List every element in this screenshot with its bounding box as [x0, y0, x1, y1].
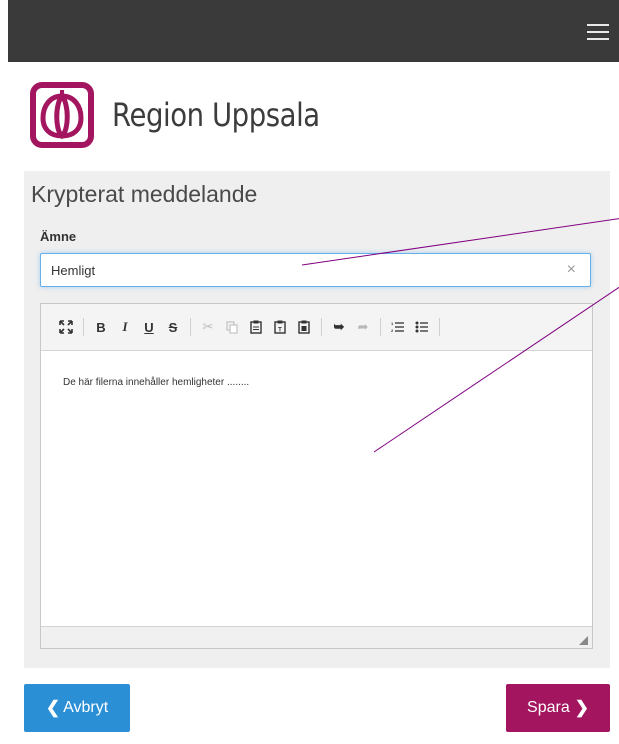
rich-text-editor: B I U S ✂ T ➥ ➦ 12 De här filerna innehå…	[40, 303, 593, 649]
paste-word-icon[interactable]	[293, 316, 315, 338]
message-form-panel: Krypterat meddelande Ämne × B I U S ✂ T	[24, 171, 610, 668]
svg-text:T: T	[278, 328, 282, 334]
editor-body[interactable]: De här filerna innehåller hemligheter ..…	[41, 351, 592, 633]
svg-text:2: 2	[391, 328, 394, 333]
svg-text:1: 1	[391, 321, 394, 326]
undo-icon[interactable]: ➥	[328, 316, 350, 338]
toolbar-separator	[83, 318, 84, 336]
subject-label: Ämne	[40, 229, 77, 244]
editor-toolbar: B I U S ✂ T ➥ ➦ 12	[41, 304, 592, 351]
brand-name: Region Uppsala	[112, 96, 320, 134]
numbered-list-icon[interactable]: 12	[387, 316, 409, 338]
cancel-button[interactable]: ❮ Avbryt	[24, 684, 130, 732]
maximize-icon[interactable]	[55, 316, 77, 338]
paste-icon[interactable]	[245, 316, 267, 338]
page-title: Krypterat meddelande	[31, 181, 258, 207]
region-uppsala-logo-icon	[30, 82, 94, 148]
top-navbar	[8, 0, 619, 62]
cut-icon[interactable]: ✂	[197, 316, 219, 338]
chevron-left-icon: ❮	[45, 698, 61, 717]
copy-icon[interactable]	[221, 316, 243, 338]
resize-grip-icon[interactable]	[579, 636, 588, 645]
toolbar-separator	[380, 318, 381, 336]
save-button[interactable]: Spara ❯	[506, 684, 610, 732]
toolbar-separator	[439, 318, 440, 336]
paste-text-icon[interactable]: T	[269, 316, 291, 338]
toolbar-separator	[321, 318, 322, 336]
brand-header: Region Uppsala	[30, 80, 354, 150]
cancel-label: Avbryt	[63, 699, 109, 716]
toolbar-separator	[190, 318, 191, 336]
redo-icon[interactable]: ➦	[352, 316, 374, 338]
strikethrough-button[interactable]: S	[162, 316, 184, 338]
underline-button[interactable]: U	[138, 316, 160, 338]
clear-icon[interactable]: ×	[567, 261, 576, 279]
subject-field: ×	[40, 253, 591, 287]
save-label: Spara	[527, 699, 570, 716]
bulleted-list-icon[interactable]	[411, 316, 433, 338]
italic-button[interactable]: I	[114, 316, 136, 338]
chevron-right-icon: ❯	[574, 698, 589, 717]
editor-statusbar	[41, 626, 592, 648]
subject-input[interactable]	[51, 261, 551, 279]
hamburger-menu-icon[interactable]	[587, 24, 609, 40]
bold-button[interactable]: B	[90, 316, 112, 338]
